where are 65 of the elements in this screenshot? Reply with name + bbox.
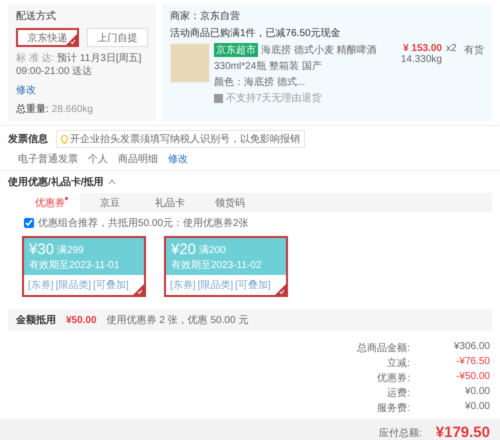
- section-title: 使用优惠/礼品卡/抵用: [8, 176, 104, 189]
- coupon-tag: [东券]: [28, 278, 54, 292]
- check-corner-icon: [275, 284, 286, 295]
- total-label: 优惠券:: [376, 372, 410, 385]
- stock-status: 有货: [464, 44, 484, 58]
- total-label: 立减:: [386, 356, 410, 370]
- total-value: -¥76.50: [455, 356, 490, 369]
- invoice-type: 电子普通发票: [18, 152, 78, 166]
- coupon-amount: ¥20: [171, 241, 196, 258]
- coupon-threshold: 满200: [199, 244, 226, 256]
- invoice-content: 商品明细: [118, 152, 158, 166]
- section-title: 发票信息: [8, 132, 48, 146]
- total-label: 总商品金额:: [356, 342, 410, 355]
- field-label: 总重量:: [16, 102, 49, 116]
- notice-icon: [214, 94, 223, 102]
- delivery-option[interactable]: 上门自提: [87, 28, 148, 47]
- quantity: x2: [446, 43, 458, 56]
- discount-tab[interactable]: 领货码: [200, 193, 260, 212]
- location-pin-icon: [61, 134, 68, 144]
- discount-tab[interactable]: 礼品卡: [140, 193, 200, 212]
- product-weight: 14.330kg: [400, 54, 442, 65]
- edit-link[interactable]: 修改: [16, 83, 36, 97]
- summary-text: 使用优惠券 2 张，优惠 50.00 元: [106, 314, 248, 327]
- total-label: 服务费:: [376, 402, 410, 415]
- discount-tab[interactable]: 优惠券: [20, 193, 80, 212]
- checkbox-label: 优惠组合推荐，共抵用50.00元：使用优惠券2张: [38, 216, 249, 230]
- chevron-icon[interactable]: [108, 179, 116, 185]
- payable-amount: ¥179.50: [436, 424, 490, 440]
- section-title: 配送方式: [16, 10, 57, 23]
- product-color: 颜色：海底捞 德式...: [214, 76, 306, 89]
- total-label: 运费:: [386, 386, 410, 400]
- notice-text: 不支持7天无理由退货: [226, 92, 322, 105]
- auto-checkbox[interactable]: [24, 218, 34, 228]
- check-corner-icon: [66, 34, 77, 45]
- summary-label: 金额抵用: [16, 313, 56, 327]
- discount-tab[interactable]: 京豆: [80, 193, 140, 212]
- coupon-expiry: 有效期至2023-11-02: [171, 258, 262, 272]
- coupon-tag: [可叠加]: [235, 278, 271, 292]
- coupon-tag: [可叠加]: [93, 278, 129, 292]
- delivery-time: 标 准 达: 预计 11月3日[周五] 09:00-21:00 送达: [16, 52, 142, 78]
- total-value: ¥0.00: [464, 386, 490, 399]
- promo-text: 活动商品已购满1件，已减76.50元现金: [170, 26, 342, 40]
- coupon-expiry: 有效期至2023-11-01: [29, 258, 120, 272]
- total-value: -¥50.00: [455, 371, 490, 384]
- invoice-title: 个人: [88, 153, 108, 166]
- check-corner-icon: [133, 284, 144, 295]
- coupon-tag: [限品类]: [56, 278, 92, 292]
- weight-value: 28.660kg: [52, 104, 93, 114]
- photo-placeholder: [170, 43, 210, 83]
- total-value: ¥306.00: [452, 341, 490, 354]
- merchant-label: 商家：京东自营: [170, 10, 241, 23]
- edit-link[interactable]: 修改: [168, 152, 188, 166]
- delivery-option[interactable]: 京东快递: [16, 28, 79, 47]
- total-value: ¥0.00: [464, 401, 490, 414]
- coupon-threshold: 满299: [57, 244, 84, 256]
- product-name: 330ml*24瓶 整箱装 国产: [214, 60, 323, 73]
- coupon-tag: [限品类]: [198, 278, 234, 292]
- summary-amount: ¥50.00: [66, 314, 97, 326]
- invoice-tip: 开企业抬头发票须填写纳税人识别号，以免影响报销: [56, 130, 305, 148]
- store-badge: 京东超市: [214, 43, 258, 57]
- coupon-tag: [东券]: [170, 278, 196, 292]
- product-name: 海底捞 德式小麦 精酿啤酒: [261, 44, 377, 57]
- product-price: ¥ 153.00: [403, 43, 442, 54]
- coupon-amount: ¥30: [29, 241, 54, 258]
- payable-label: 应付总额:: [378, 426, 422, 440]
